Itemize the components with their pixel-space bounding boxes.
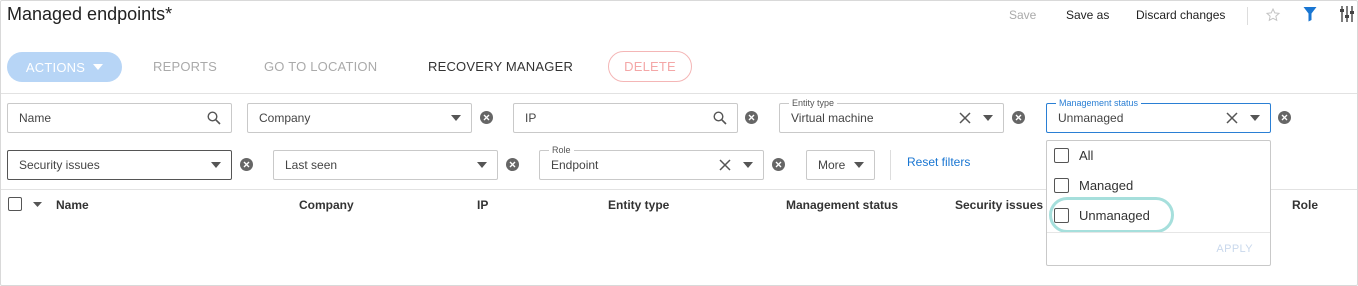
caret-down-icon xyxy=(1250,115,1260,121)
column-header-management-status[interactable]: Management status xyxy=(786,198,898,212)
checkbox[interactable] xyxy=(1054,178,1069,193)
dropdown-divider xyxy=(1047,232,1270,233)
actions-label: ACTIONS xyxy=(25,59,86,75)
save-as-link[interactable]: Save as xyxy=(1066,8,1109,22)
remove-ip-filter-icon[interactable] xyxy=(745,111,758,124)
company-filter-select[interactable]: Company xyxy=(247,103,472,133)
search-icon xyxy=(713,111,727,125)
go-to-location-button[interactable]: GO TO LOCATION xyxy=(264,59,377,74)
column-header-role[interactable]: Role xyxy=(1292,198,1318,212)
page-title: Managed endpoints* xyxy=(7,4,173,24)
remove-last-seen-filter-icon[interactable] xyxy=(506,158,519,171)
delete-button[interactable]: DELETE xyxy=(608,51,692,82)
column-header-company[interactable]: Company xyxy=(299,198,354,212)
management-status-dropdown: All Managed Unmanaged APPLY xyxy=(1046,140,1271,266)
security-issues-filter-select[interactable]: Security issues xyxy=(7,150,232,180)
clear-icon[interactable] xyxy=(959,112,971,124)
caret-down-icon xyxy=(93,64,104,70)
management-status-filter-select[interactable]: Management status Unmanaged xyxy=(1046,97,1271,133)
checkbox[interactable] xyxy=(1054,208,1069,223)
remove-role-filter-icon[interactable] xyxy=(772,158,785,171)
remove-company-filter-icon[interactable] xyxy=(480,111,493,124)
sliders-icon[interactable] xyxy=(1339,5,1355,23)
reset-filters-link[interactable]: Reset filters xyxy=(907,155,970,169)
discard-changes-link[interactable]: Discard changes xyxy=(1136,8,1225,22)
save-link[interactable]: Save xyxy=(1009,8,1036,22)
actions-button[interactable]: ACTIONS xyxy=(7,52,122,82)
caret-down-icon xyxy=(211,162,221,168)
reports-button[interactable]: REPORTS xyxy=(153,59,217,74)
caret-down-icon xyxy=(854,162,864,168)
remove-security-issues-filter-icon[interactable] xyxy=(240,158,253,171)
caret-down-icon xyxy=(983,115,993,121)
entity-type-filter-select[interactable]: Entity type Virtual machine xyxy=(779,97,1004,133)
role-label: Role xyxy=(549,144,574,156)
filters-divider xyxy=(890,150,891,180)
apply-button[interactable]: APPLY xyxy=(1216,243,1253,255)
column-header-security-issues[interactable]: Security issues xyxy=(955,198,1043,212)
search-icon xyxy=(207,111,221,125)
last-seen-filter-select[interactable]: Last seen xyxy=(273,150,498,180)
column-header-ip[interactable]: IP xyxy=(477,198,488,212)
security-issues-value: Security issues xyxy=(19,158,100,172)
last-seen-value: Last seen xyxy=(285,158,338,172)
option-unmanaged[interactable]: Unmanaged xyxy=(1054,208,1150,223)
role-filter-select[interactable]: Role Endpoint xyxy=(539,144,764,180)
option-managed[interactable]: Managed xyxy=(1054,178,1133,193)
select-all-checkbox[interactable] xyxy=(8,197,22,211)
recovery-manager-button[interactable]: RECOVERY MANAGER xyxy=(428,59,573,74)
checkbox[interactable] xyxy=(1054,148,1069,163)
clear-icon[interactable] xyxy=(1226,112,1238,124)
option-label: Managed xyxy=(1079,178,1134,193)
more-filters-label: More xyxy=(818,158,846,172)
caret-down-icon[interactable] xyxy=(33,202,42,207)
remove-management-status-filter-icon[interactable] xyxy=(1278,111,1291,124)
option-label: Unmanaged xyxy=(1079,208,1150,223)
management-status-label: Management status xyxy=(1056,97,1142,109)
ip-filter-input[interactable]: IP xyxy=(513,103,738,133)
header-divider xyxy=(1247,7,1248,25)
company-filter-value: Company xyxy=(259,111,311,125)
clear-icon[interactable] xyxy=(719,159,731,171)
filter-icon[interactable] xyxy=(1303,6,1317,22)
entity-type-value: Virtual machine xyxy=(791,111,874,125)
option-all[interactable]: All xyxy=(1054,148,1093,163)
caret-down-icon xyxy=(477,162,487,168)
management-status-value: Unmanaged xyxy=(1058,111,1124,125)
name-filter-input[interactable]: Name xyxy=(7,103,232,133)
option-label: All xyxy=(1079,148,1094,163)
entity-type-label: Entity type xyxy=(789,97,838,109)
caret-down-icon xyxy=(743,162,753,168)
role-value: Endpoint xyxy=(551,158,599,172)
toolbar-divider xyxy=(1,93,1357,94)
column-header-name[interactable]: Name xyxy=(56,198,89,212)
more-filters-select[interactable]: More xyxy=(806,150,875,180)
name-filter-placeholder: Name xyxy=(19,111,52,125)
ip-filter-placeholder: IP xyxy=(525,111,537,125)
caret-down-icon xyxy=(451,115,461,121)
star-icon[interactable] xyxy=(1265,7,1281,23)
remove-entity-type-filter-icon[interactable] xyxy=(1012,111,1025,124)
column-header-entity-type[interactable]: Entity type xyxy=(608,198,669,212)
